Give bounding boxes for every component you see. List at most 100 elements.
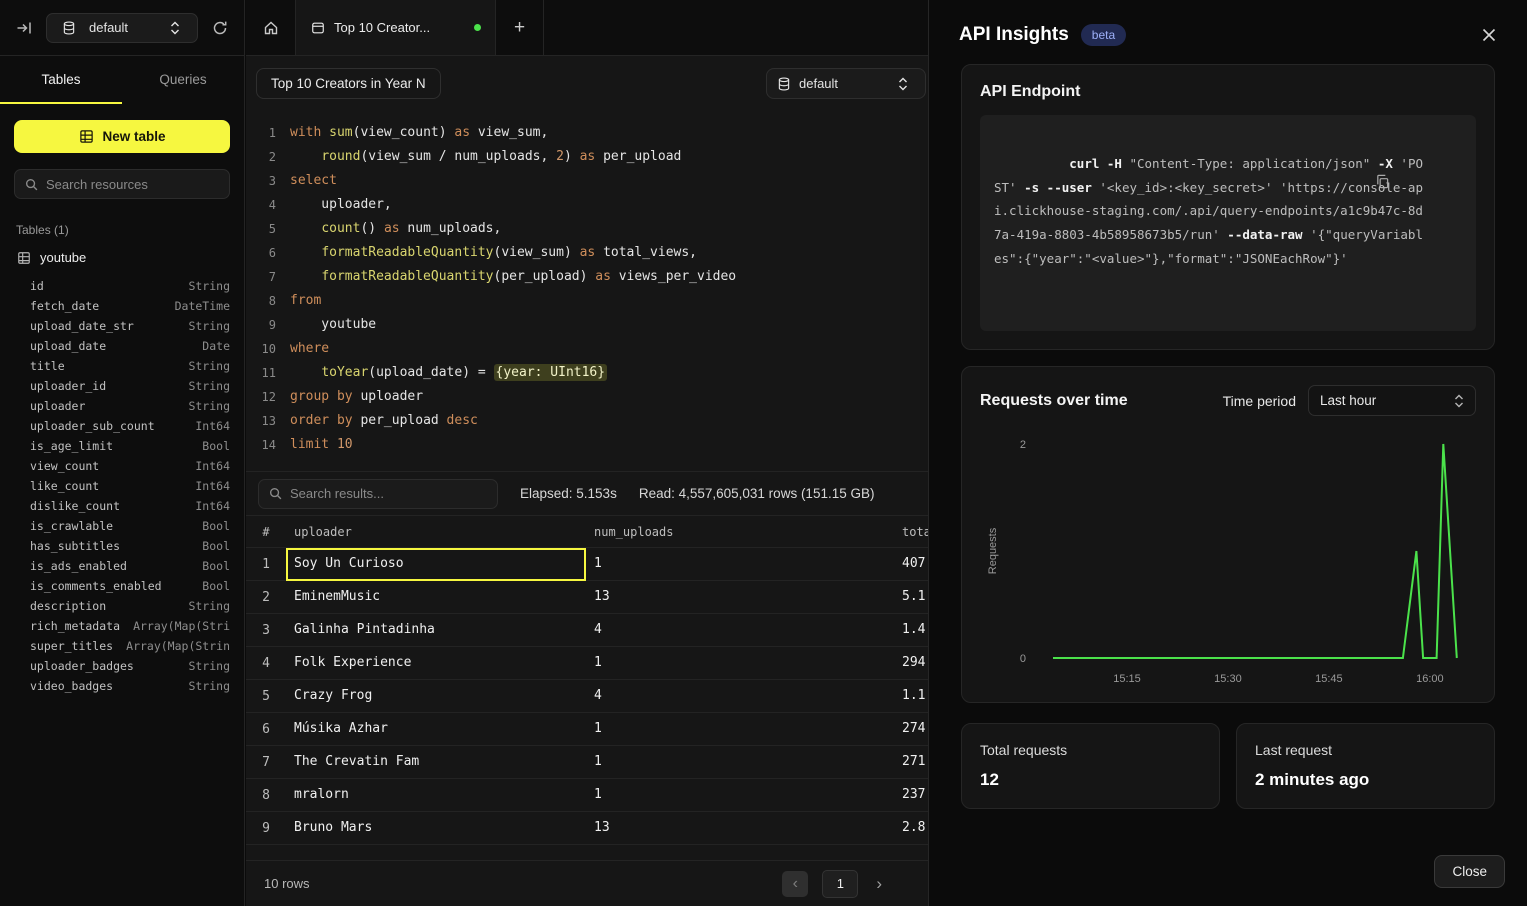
tab-top-10-creators[interactable]: Top 10 Creator...: [296, 0, 496, 55]
next-page-button[interactable]: ›: [872, 874, 886, 894]
column-row[interactable]: is_age_limitBool: [30, 436, 230, 456]
num-uploads-cell[interactable]: 4: [586, 614, 894, 647]
code-line[interactable]: 8from: [246, 289, 928, 313]
column-row[interactable]: view_countInt64: [30, 456, 230, 476]
uploader-cell[interactable]: EminemMusic: [286, 581, 586, 614]
new-table-button[interactable]: New table: [14, 120, 230, 153]
header-total-views[interactable]: total_views: [894, 525, 928, 539]
column-row[interactable]: is_comments_enabledBool: [30, 576, 230, 596]
uploader-cell[interactable]: mralorn: [286, 779, 586, 812]
column-row[interactable]: titleString: [30, 356, 230, 376]
column-row[interactable]: fetch_dateDateTime: [30, 296, 230, 316]
sidebar-toggle-icon[interactable]: [12, 16, 36, 40]
num-uploads-cell[interactable]: 1: [586, 548, 894, 581]
code-line[interactable]: 13order by per_upload desc: [246, 409, 928, 433]
code-text: group by uploader: [290, 385, 423, 409]
time-period-select[interactable]: Last hour: [1308, 385, 1476, 416]
table-row[interactable]: 4Folk Experience1294: [246, 647, 928, 680]
new-tab-button[interactable]: +: [496, 0, 544, 55]
search-resources[interactable]: [14, 169, 230, 199]
column-row[interactable]: upload_date_strString: [30, 316, 230, 336]
uploader-cell[interactable]: Galinha Pintadinha: [286, 614, 586, 647]
copy-icon[interactable]: [1375, 126, 1465, 236]
total-views-cell[interactable]: 294: [894, 647, 928, 680]
search-resources-input[interactable]: [46, 177, 219, 192]
table-row[interactable]: 2EminemMusic135.1: [246, 581, 928, 614]
header-num-uploads[interactable]: num_uploads: [586, 525, 894, 539]
total-views-cell[interactable]: 1.1: [894, 680, 928, 713]
column-row[interactable]: super_titlesArray(Map(Strin: [30, 636, 230, 656]
code-line[interactable]: 12group by uploader: [246, 385, 928, 409]
table-row[interactable]: 6Músika Azhar1274: [246, 713, 928, 746]
column-row[interactable]: like_countInt64: [30, 476, 230, 496]
table-row[interactable]: 9Bruno Mars132.8: [246, 812, 928, 845]
total-views-cell[interactable]: 1.4: [894, 614, 928, 647]
num-uploads-cell[interactable]: 4: [586, 680, 894, 713]
code-line[interactable]: 7 formatReadableQuantity(per_upload) as …: [246, 265, 928, 289]
home-button[interactable]: [246, 0, 296, 55]
column-row[interactable]: uploader_badgesString: [30, 656, 230, 676]
code-line[interactable]: 2 round(view_sum / num_uploads, 2) as pe…: [246, 145, 928, 169]
total-views-cell[interactable]: 274: [894, 713, 928, 746]
refresh-icon[interactable]: [208, 16, 232, 40]
close-button[interactable]: Close: [1434, 855, 1505, 888]
total-views-cell[interactable]: 237: [894, 779, 928, 812]
column-row[interactable]: uploaderString: [30, 396, 230, 416]
search-results-input[interactable]: [290, 486, 487, 501]
table-row[interactable]: 5Crazy Frog41.1: [246, 680, 928, 713]
total-views-cell[interactable]: 407: [894, 548, 928, 581]
database-selector[interactable]: default: [46, 13, 198, 43]
uploader-cell[interactable]: Músika Azhar: [286, 713, 586, 746]
uploader-cell[interactable]: The Crevatin Fam: [286, 746, 586, 779]
query-database-selector[interactable]: default: [766, 68, 926, 99]
num-uploads-cell[interactable]: 1: [586, 647, 894, 680]
search-results[interactable]: [258, 479, 498, 509]
column-row[interactable]: is_crawlableBool: [30, 516, 230, 536]
uploader-cell[interactable]: Soy Un Curioso: [286, 548, 586, 581]
code-line[interactable]: 1with sum(view_count) as view_sum,: [246, 121, 928, 145]
current-page[interactable]: 1: [822, 870, 858, 898]
column-row[interactable]: upload_dateDate: [30, 336, 230, 356]
code-line[interactable]: 14limit 10: [246, 433, 928, 457]
code-editor[interactable]: 1with sum(view_count) as view_sum,2 roun…: [246, 111, 928, 471]
code-line[interactable]: 4 uploader,: [246, 193, 928, 217]
close-icon[interactable]: [1481, 27, 1497, 43]
uploader-cell[interactable]: Folk Experience: [286, 647, 586, 680]
total-views-cell[interactable]: 5.1: [894, 581, 928, 614]
uploader-cell[interactable]: Bruno Mars: [286, 812, 586, 845]
header-index[interactable]: #: [246, 525, 286, 539]
column-row[interactable]: dislike_countInt64: [30, 496, 230, 516]
table-row[interactable]: 1Soy Un Curioso1407: [246, 548, 928, 581]
column-row[interactable]: uploader_idString: [30, 376, 230, 396]
query-title[interactable]: Top 10 Creators in Year N: [256, 68, 441, 99]
column-row[interactable]: rich_metadataArray(Map(Stri: [30, 616, 230, 636]
code-line[interactable]: 9 youtube: [246, 313, 928, 337]
table-row[interactable]: 7The Crevatin Fam1271: [246, 746, 928, 779]
num-uploads-cell[interactable]: 1: [586, 713, 894, 746]
code-line[interactable]: 6 formatReadableQuantity(view_sum) as to…: [246, 241, 928, 265]
column-row[interactable]: idString: [30, 276, 230, 296]
uploader-cell[interactable]: Crazy Frog: [286, 680, 586, 713]
table-row[interactable]: 8mralorn1237: [246, 779, 928, 812]
total-views-cell[interactable]: 271: [894, 746, 928, 779]
previous-page-button[interactable]: ‹: [782, 871, 808, 897]
num-uploads-cell[interactable]: 13: [586, 812, 894, 845]
total-views-cell[interactable]: 2.8: [894, 812, 928, 845]
sidebar-item-youtube[interactable]: youtube: [0, 243, 244, 272]
table-row[interactable]: 3Galinha Pintadinha41.4: [246, 614, 928, 647]
tab-tables[interactable]: Tables: [0, 56, 122, 104]
num-uploads-cell[interactable]: 1: [586, 746, 894, 779]
code-line[interactable]: 10where: [246, 337, 928, 361]
code-line[interactable]: 5 count() as num_uploads,: [246, 217, 928, 241]
header-uploader[interactable]: uploader: [286, 525, 586, 539]
column-row[interactable]: has_subtitlesBool: [30, 536, 230, 556]
code-line[interactable]: 3select: [246, 169, 928, 193]
num-uploads-cell[interactable]: 13: [586, 581, 894, 614]
column-row[interactable]: is_ads_enabledBool: [30, 556, 230, 576]
column-row[interactable]: uploader_sub_countInt64: [30, 416, 230, 436]
column-row[interactable]: descriptionString: [30, 596, 230, 616]
tab-queries[interactable]: Queries: [122, 56, 244, 104]
code-line[interactable]: 11 toYear(upload_date) = {year: UInt16}: [246, 361, 928, 385]
column-row[interactable]: video_badgesString: [30, 676, 230, 696]
num-uploads-cell[interactable]: 1: [586, 779, 894, 812]
